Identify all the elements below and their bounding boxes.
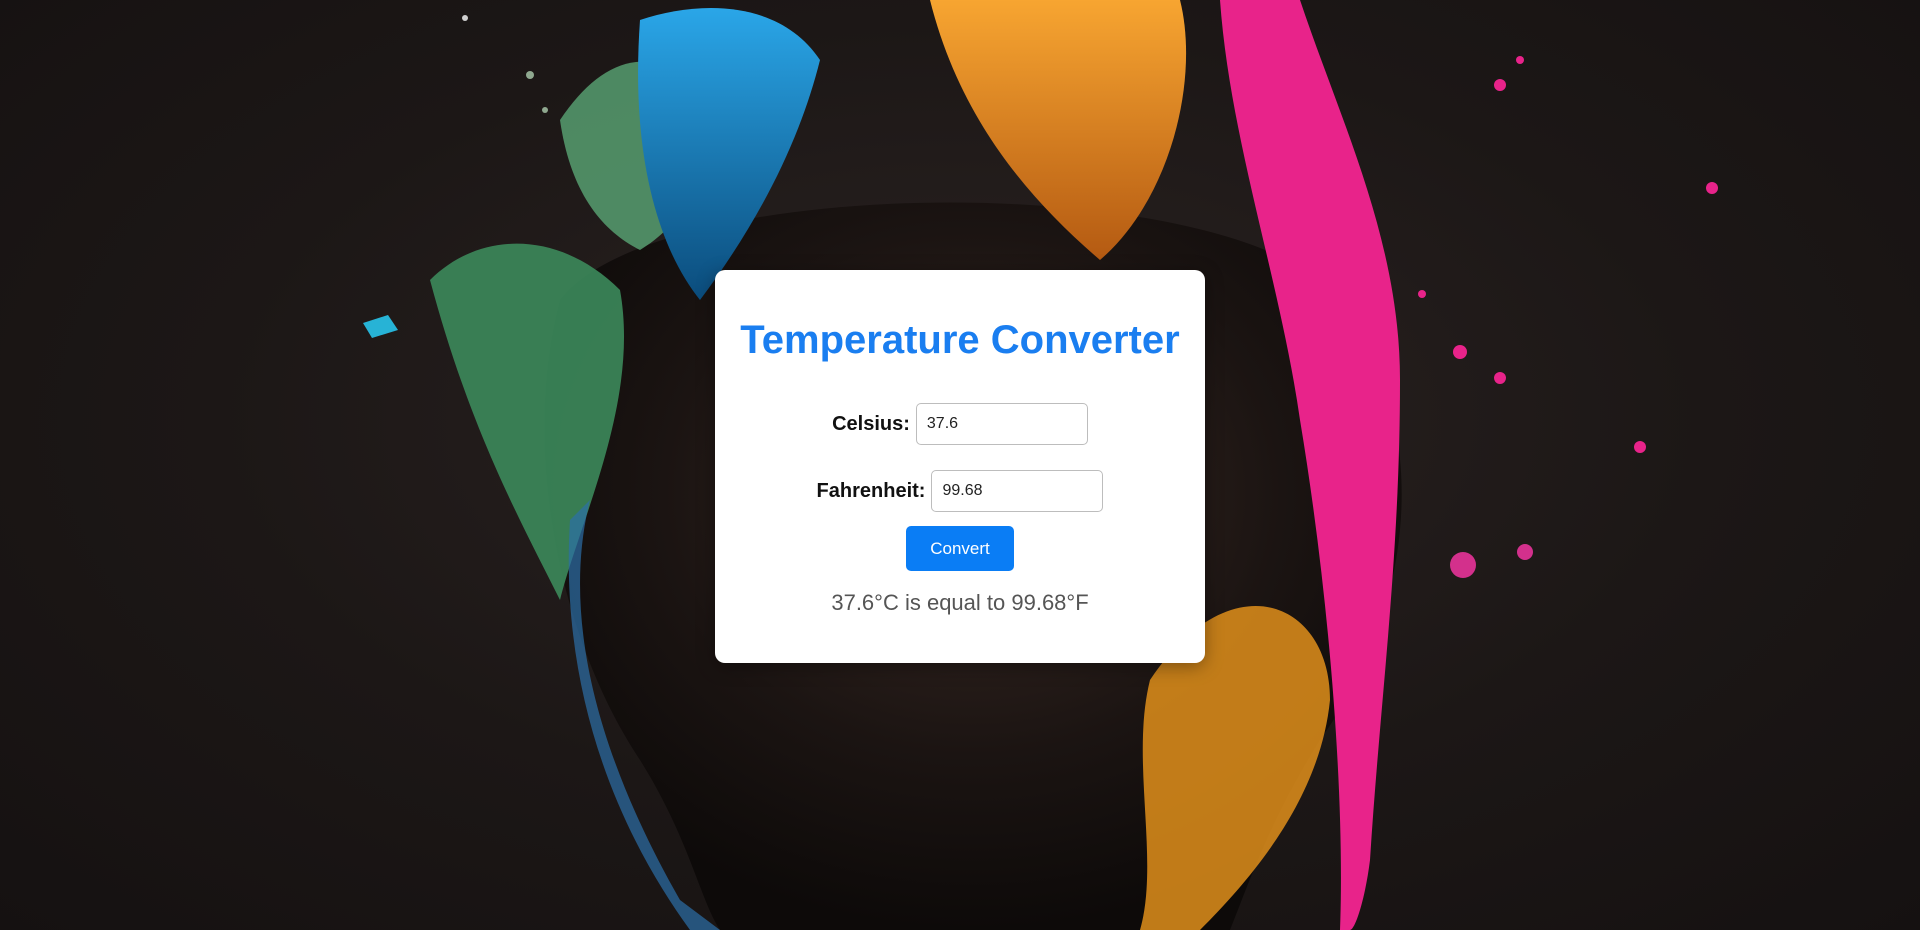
fahrenheit-row: Fahrenheit: bbox=[715, 470, 1205, 512]
page-title: Temperature Converter bbox=[740, 318, 1180, 362]
convert-button[interactable]: Convert bbox=[906, 526, 1014, 571]
converter-card: Temperature Converter Celsius: Fahrenhei… bbox=[715, 270, 1205, 663]
fahrenheit-label: Fahrenheit: bbox=[816, 479, 926, 502]
result-text: 37.6°C is equal to 99.68°F bbox=[831, 590, 1089, 615]
celsius-label: Celsius: bbox=[832, 412, 910, 435]
celsius-input[interactable] bbox=[915, 403, 1088, 445]
fahrenheit-input[interactable] bbox=[931, 470, 1104, 512]
celsius-row: Celsius: bbox=[715, 403, 1205, 445]
